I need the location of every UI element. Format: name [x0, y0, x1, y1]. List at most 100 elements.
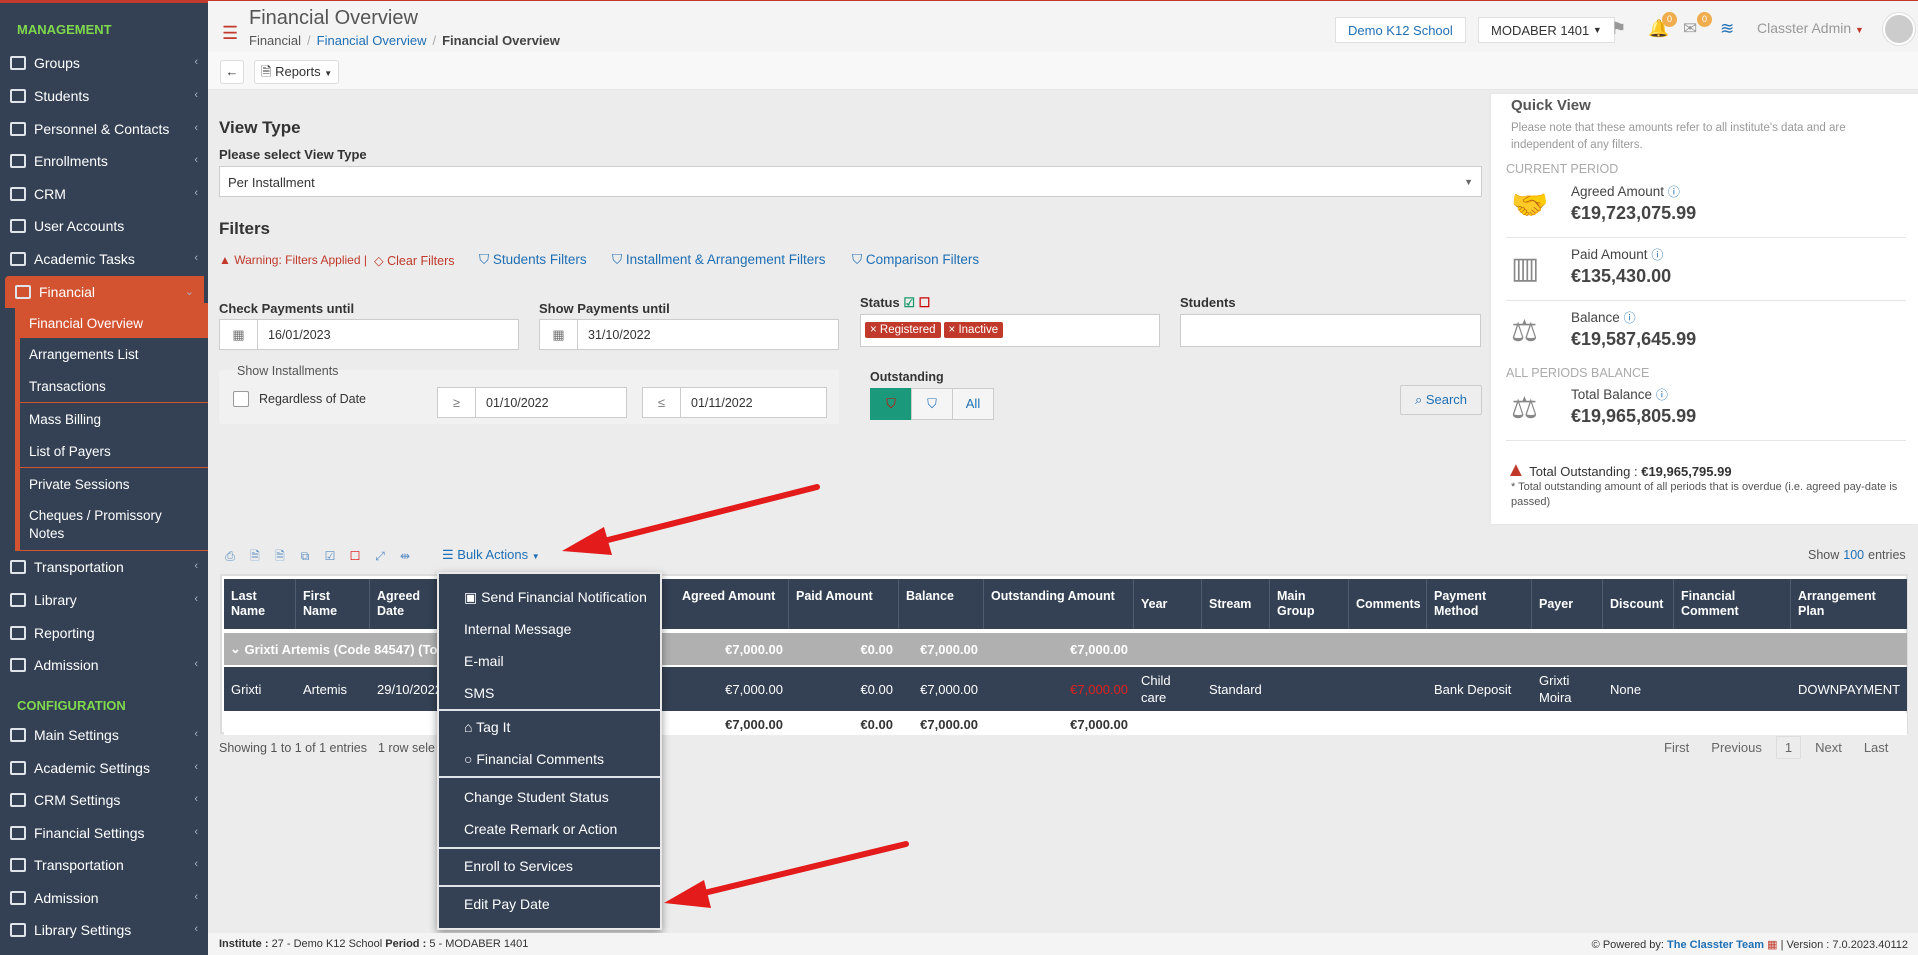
col-financial-comment[interactable]: Financial Comment — [1674, 579, 1791, 629]
page-length-select[interactable]: 100 — [1843, 548, 1864, 562]
bulk-actions-button[interactable]: ☰ Bulk Actions ▼ — [442, 547, 540, 563]
checkbox[interactable] — [233, 391, 249, 407]
compress-icon[interactable]: ⇹ — [397, 548, 413, 564]
export-pdf-icon[interactable]: 🗎 — [247, 548, 263, 564]
col-agreed-amount[interactable]: Agreed Amount — [675, 579, 789, 629]
menu-edit-pay-date[interactable]: Edit Pay Date — [464, 892, 550, 916]
sidebar-item-library-settings[interactable]: Library Settings ‹ — [0, 914, 208, 946]
outstanding-all-button[interactable]: All — [952, 388, 994, 420]
page-next[interactable]: Next — [1815, 740, 1842, 755]
menu-email[interactable]: E-mail — [464, 649, 504, 673]
sidebar-item-reporting[interactable]: Reporting — [0, 617, 208, 649]
col-payer[interactable]: Payer — [1532, 579, 1603, 629]
sidebar-item-academic-settings[interactable]: Academic Settings ‹ — [0, 752, 208, 784]
menu-send-financial-notification[interactable]: ▣ Send Financial Notification — [464, 585, 647, 609]
menu-tag-it[interactable]: ⌂ Tag It — [464, 715, 510, 739]
col-stream[interactable]: Stream — [1202, 579, 1270, 629]
status-tag-inactive[interactable]: × Inactive — [943, 322, 1004, 338]
sidebar-item-library[interactable]: Library ‹ — [0, 584, 208, 616]
sidebar-item-admission[interactable]: Admission ‹ — [0, 649, 208, 681]
sidebar-item-transportation[interactable]: Transportation ‹ — [0, 551, 208, 583]
students-filters-link[interactable]: ⛉ Students Filters — [479, 252, 587, 268]
sidebar-subitem-financial-overview[interactable]: Financial Overview — [20, 309, 208, 337]
col-discount[interactable]: Discount — [1603, 579, 1674, 629]
sidebar-subitem-mass-billing[interactable]: Mass Billing — [20, 403, 208, 435]
page-current[interactable]: 1 — [1775, 736, 1802, 759]
flag-icon[interactable]: ⚑ — [1611, 19, 1631, 38]
menu-enroll-services[interactable]: Enroll to Services — [464, 854, 573, 878]
back-button[interactable]: ← — [220, 60, 244, 84]
page-first[interactable]: First — [1664, 740, 1689, 755]
col-payment-method[interactable]: Payment Method — [1427, 579, 1532, 629]
col-main-group[interactable]: Main Group — [1270, 579, 1349, 629]
sidebar-item-main-settings[interactable]: Main Settings ‹ — [0, 719, 208, 751]
outstanding-only-button[interactable]: ⛉ — [870, 388, 912, 420]
col-agreed-date[interactable]: Agreed Date — [370, 579, 440, 629]
info-icon[interactable]: ⓘ — [1651, 248, 1663, 262]
info-icon[interactable]: ⓘ — [1624, 311, 1636, 325]
col-balance[interactable]: Balance — [899, 579, 984, 629]
menu-sms[interactable]: SMS — [464, 681, 494, 705]
max-date-input[interactable]: ≤01/11/2022 — [642, 387, 827, 418]
copy-icon[interactable]: ⧉ — [297, 548, 313, 564]
min-date-input[interactable]: ≥01/10/2022 — [437, 387, 627, 418]
menu-create-remark[interactable]: Create Remark or Action — [464, 817, 617, 841]
not-outstanding-button[interactable]: ⛉ — [911, 388, 953, 420]
breadcrumb-link[interactable]: Financial Overview — [317, 33, 427, 48]
sidebar-item-crm-settings[interactable]: CRM Settings ‹ — [0, 784, 208, 816]
sidebar-item-students[interactable]: Students ‹ — [0, 80, 208, 112]
bell-icon[interactable]: 🔔 0 — [1648, 12, 1677, 38]
view-type-select[interactable]: Per Installment ▼ — [219, 166, 1482, 197]
status-multiselect[interactable]: × Registered × Inactive — [860, 314, 1160, 347]
students-input[interactable] — [1180, 314, 1481, 347]
sidebar-item-academic-tasks[interactable]: Academic Tasks ‹ — [0, 243, 208, 275]
menu-toggle-icon[interactable]: ☰ — [222, 23, 238, 44]
school-selector[interactable]: Demo K12 School — [1335, 17, 1466, 43]
sidebar-subitem-private-sessions[interactable]: Private Sessions — [20, 468, 208, 500]
info-icon[interactable]: ⓘ — [1656, 388, 1668, 402]
print-icon[interactable]: ⎙ — [222, 548, 238, 564]
check-payments-input[interactable]: ▦ 16/01/2023 — [219, 319, 519, 350]
sidebar-item-financial-settings[interactable]: Financial Settings ‹ — [0, 817, 208, 849]
col-first-name[interactable]: First Name — [296, 579, 370, 629]
sidebar-subitem-payers[interactable]: List of Payers — [20, 435, 208, 467]
menu-change-student-status[interactable]: Change Student Status — [464, 785, 609, 809]
info-icon[interactable]: ⓘ — [1668, 185, 1680, 199]
sidebar-item-admission-settings[interactable]: Admission ‹ — [0, 882, 208, 914]
comparison-filters-link[interactable]: ⛉ Comparison Filters — [852, 252, 979, 268]
col-year[interactable]: Year — [1134, 579, 1202, 629]
col-outstanding[interactable]: Outstanding Amount — [984, 579, 1134, 629]
sidebar-subitem-transactions[interactable]: Transactions — [20, 370, 208, 402]
clear-filters-link[interactable]: ◇ Clear Filters — [374, 253, 454, 268]
sidebar-item-user-accounts[interactable]: User Accounts — [0, 210, 208, 242]
sidebar-item-enrollments[interactable]: Enrollments ‹ — [0, 145, 208, 177]
show-payments-input[interactable]: ▦ 31/10/2022 — [539, 319, 839, 350]
deselect-all-icon[interactable]: ☐ — [347, 548, 363, 564]
mail-icon[interactable]: ✉ 0 — [1683, 12, 1712, 38]
menu-internal-message[interactable]: Internal Message — [464, 617, 571, 641]
period-selector[interactable]: MODABER 1401 ▼ — [1478, 17, 1615, 43]
col-paid-amount[interactable]: Paid Amount — [789, 579, 899, 629]
sidebar-item-transportation-settings[interactable]: Transportation ‹ — [0, 849, 208, 881]
uncheck-all-icon[interactable]: ☐ — [919, 295, 931, 310]
select-all-icon[interactable]: ☑ — [322, 548, 338, 564]
menu-financial-comments[interactable]: ○ Financial Comments — [464, 747, 604, 771]
sidebar-item-groups[interactable]: Groups ‹ — [0, 47, 208, 79]
expand-icon[interactable]: ⤢ — [372, 548, 388, 564]
export-excel-icon[interactable]: 🗎 — [272, 548, 288, 564]
sidebar-item-personnel[interactable]: Personnel & Contacts ‹ — [0, 113, 208, 145]
sidebar-item-crm[interactable]: CRM ‹ — [0, 178, 208, 210]
layers-icon[interactable]: ≋ — [1720, 19, 1740, 38]
col-arrangement-plan[interactable]: Arrangement Plan — [1791, 579, 1907, 629]
sidebar-subitem-arrangements[interactable]: Arrangements List — [20, 338, 208, 370]
col-comments[interactable]: Comments — [1349, 579, 1427, 629]
avatar[interactable] — [1883, 13, 1915, 45]
regardless-of-date-checkbox[interactable]: Regardless of Date — [233, 391, 366, 407]
check-all-icon[interactable]: ☑ — [903, 295, 915, 310]
installment-filters-link[interactable]: ⛉ Installment & Arrangement Filters — [612, 252, 825, 268]
page-last[interactable]: Last — [1864, 740, 1889, 755]
col-last-name[interactable]: Last Name — [224, 579, 296, 629]
sidebar-subitem-cheques[interactable]: Cheques / Promissory Notes — [20, 500, 208, 550]
team-link[interactable]: The Classter Team — [1667, 939, 1764, 951]
reports-button[interactable]: 🗎 Reports ▼ — [254, 60, 340, 84]
